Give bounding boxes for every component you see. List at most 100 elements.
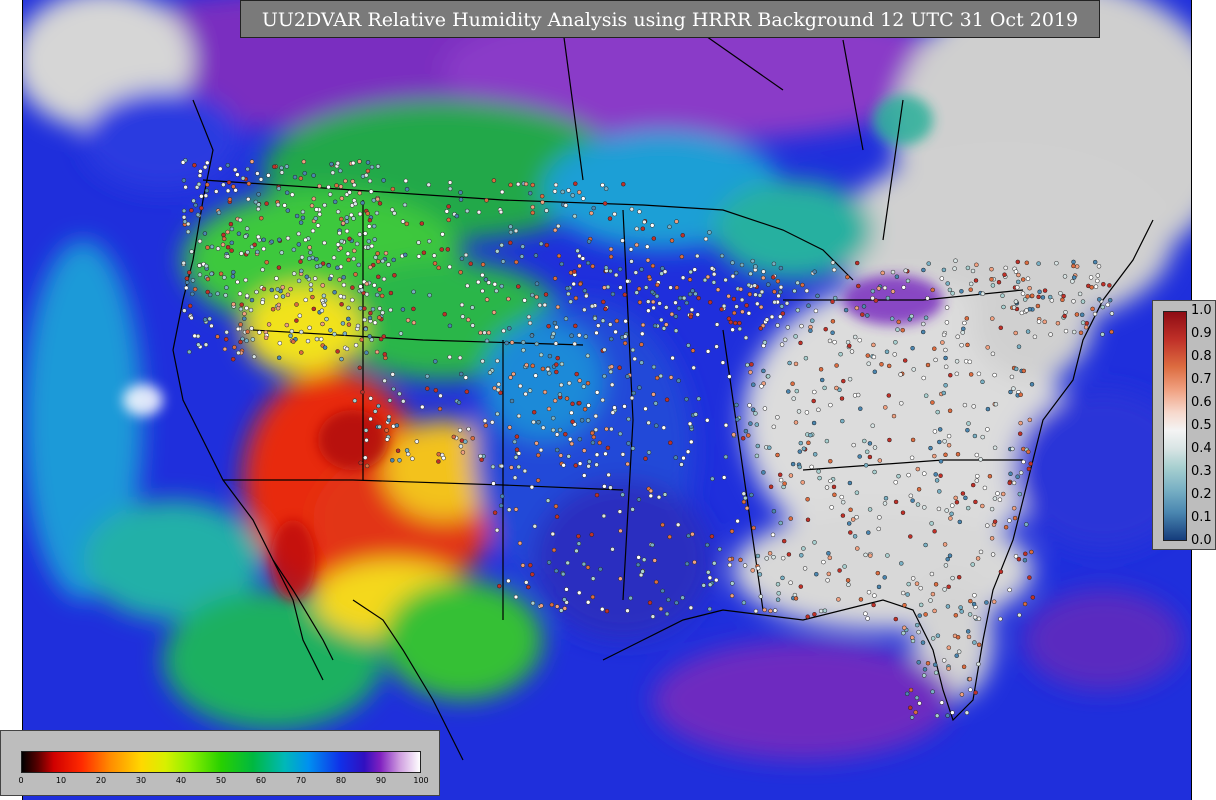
- station-marker: [762, 607, 767, 613]
- station-marker: [941, 332, 947, 338]
- station-marker: [608, 246, 614, 252]
- station-marker: [603, 306, 608, 312]
- station-marker: [943, 383, 948, 388]
- station-marker: [244, 226, 250, 231]
- station-marker: [1092, 259, 1098, 265]
- station-marker: [353, 201, 358, 207]
- station-marker: [956, 649, 962, 654]
- station-marker: [554, 604, 560, 609]
- station-marker: [487, 370, 493, 375]
- station-marker: [203, 193, 209, 198]
- station-marker: [375, 251, 380, 256]
- station-marker: [822, 608, 828, 613]
- station-marker: [705, 349, 711, 354]
- station-marker: [727, 562, 733, 568]
- station-marker: [458, 190, 463, 195]
- rh-colorbar-tick: 90: [375, 776, 387, 785]
- station-marker: [526, 314, 532, 320]
- station-marker: [320, 321, 325, 327]
- station-marker: [743, 495, 748, 501]
- station-marker: [547, 353, 553, 359]
- station-marker: [832, 295, 838, 301]
- station-marker: [858, 597, 864, 602]
- station-marker: [235, 279, 240, 285]
- station-marker: [909, 313, 914, 319]
- station-marker: [818, 608, 824, 614]
- station-marker: [780, 555, 786, 561]
- station-marker: [914, 695, 920, 701]
- station-marker: [577, 190, 582, 195]
- station-marker: [1011, 505, 1017, 511]
- station-marker: [642, 219, 647, 225]
- station-marker: [793, 334, 798, 339]
- station-marker: [734, 304, 739, 309]
- station-marker: [224, 285, 229, 290]
- station-marker: [192, 286, 198, 292]
- station-marker: [203, 342, 209, 347]
- station-marker: [506, 507, 512, 512]
- station-marker: [540, 200, 545, 205]
- station-marker: [748, 271, 753, 277]
- station-marker: [245, 166, 250, 172]
- station-marker: [240, 176, 246, 181]
- station-marker: [557, 427, 563, 433]
- station-marker: [893, 480, 898, 485]
- station-marker: [604, 608, 610, 614]
- station-marker: [456, 400, 462, 405]
- humidity-map: [22, 0, 1192, 800]
- station-marker: [959, 342, 964, 348]
- station-marker: [711, 271, 717, 277]
- station-marker: [733, 270, 739, 276]
- station-marker: [220, 242, 226, 247]
- station-marker: [865, 313, 870, 318]
- station-marker: [950, 291, 955, 296]
- station-marker: [966, 421, 971, 426]
- station-marker: [384, 428, 389, 433]
- station-marker: [338, 184, 344, 189]
- station-marker: [980, 379, 985, 385]
- station-marker: [855, 546, 860, 551]
- station-marker: [812, 269, 817, 274]
- station-marker: [798, 584, 804, 589]
- station-marker: [317, 183, 322, 189]
- station-marker: [470, 323, 475, 328]
- station-marker: [608, 369, 614, 375]
- station-marker: [651, 305, 656, 311]
- station-marker: [990, 552, 996, 557]
- station-marker: [961, 326, 966, 332]
- station-marker: [863, 463, 869, 468]
- station-marker: [545, 498, 551, 503]
- station-marker: [906, 581, 911, 587]
- station-marker: [544, 208, 549, 213]
- station-marker: [239, 302, 244, 307]
- station-marker: [886, 393, 892, 398]
- station-marker: [180, 160, 186, 165]
- station-marker: [862, 438, 867, 444]
- station-marker: [767, 445, 772, 450]
- station-marker: [1100, 332, 1105, 337]
- station-marker: [375, 196, 380, 202]
- station-marker: [491, 481, 496, 486]
- station-marker: [551, 547, 557, 553]
- station-marker: [717, 546, 722, 552]
- station-marker: [935, 633, 941, 638]
- station-marker: [630, 446, 636, 451]
- station-marker: [970, 482, 976, 488]
- station-marker: [1036, 319, 1042, 324]
- station-marker: [347, 236, 352, 242]
- station-marker: [308, 287, 314, 293]
- station-marker: [946, 645, 952, 650]
- station-marker: [830, 299, 835, 304]
- station-marker: [973, 278, 979, 283]
- station-marker: [284, 164, 290, 169]
- station-marker: [765, 374, 771, 379]
- station-marker: [512, 475, 518, 480]
- station-marker: [910, 498, 915, 503]
- station-marker: [851, 442, 856, 448]
- map-canvas: [23, 0, 1191, 800]
- station-marker: [980, 434, 985, 440]
- station-marker: [482, 418, 488, 424]
- station-marker: [498, 503, 504, 508]
- station-marker: [192, 162, 197, 168]
- station-marker: [634, 242, 639, 248]
